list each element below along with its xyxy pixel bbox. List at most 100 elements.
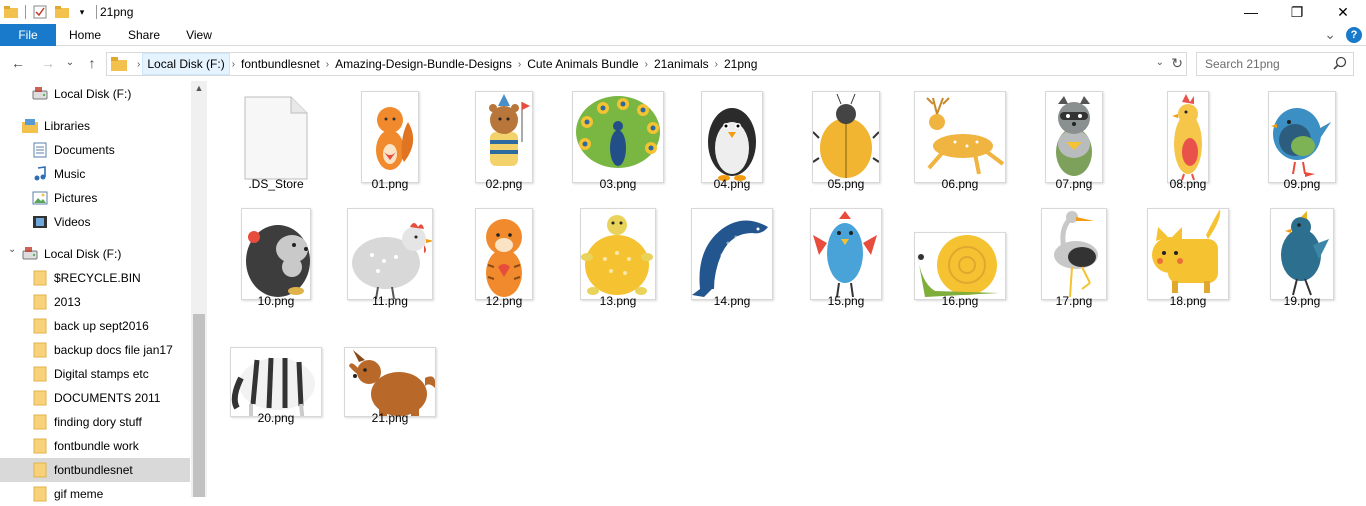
sidebar-item[interactable]: Local Disk (F:) — [0, 82, 190, 106]
search-icon — [1333, 56, 1347, 73]
sidebar-item-label: backup docs file jan17 — [54, 343, 173, 357]
file-item[interactable]: 17.png — [1022, 198, 1126, 310]
file-item[interactable]: 14.png — [680, 198, 784, 310]
file-name: 19.png — [1283, 294, 1321, 308]
image-thumbnail — [572, 91, 664, 183]
up-button[interactable]: ↑ — [82, 55, 102, 73]
sidebar-item[interactable]: Digital stamps etc — [0, 362, 190, 386]
file-item[interactable]: 09.png — [1250, 81, 1354, 193]
sidebar-item[interactable]: Libraries — [0, 114, 190, 138]
file-item[interactable]: 02.png — [452, 81, 556, 193]
file-name: 09.png — [1283, 177, 1321, 191]
breadcrumb-item[interactable]: 21png — [720, 57, 761, 71]
minimize-button[interactable]: — — [1228, 0, 1274, 24]
folder-icon — [32, 318, 48, 334]
sidebar-item[interactable]: $RECYCLE.BIN — [0, 266, 190, 290]
file-item[interactable]: 18.png — [1136, 198, 1240, 310]
customize-toolbar-icon[interactable]: ▾ — [74, 4, 90, 20]
file-name: 13.png — [599, 294, 637, 308]
tab-home[interactable]: Home — [60, 24, 110, 46]
sidebar-scroll-thumb[interactable] — [193, 314, 205, 497]
chevron-down-icon[interactable]: ⌄ — [1156, 57, 1164, 68]
file-item[interactable]: 10.png — [224, 198, 328, 310]
file-item[interactable]: 03.png — [566, 81, 670, 193]
help-icon[interactable]: ? — [1346, 26, 1362, 43]
separator — [96, 5, 97, 19]
expand-ribbon-icon[interactable]: ⌄ — [1324, 26, 1336, 43]
tab-file[interactable]: File — [0, 24, 56, 46]
file-item[interactable]: 08.png — [1136, 81, 1240, 193]
breadcrumb-item[interactable]: fontbundlesnet — [237, 57, 324, 71]
breadcrumb-item[interactable]: Local Disk (F:) — [142, 53, 230, 75]
chevron-right-icon[interactable]: › — [516, 59, 523, 70]
new-folder-icon[interactable] — [54, 4, 70, 20]
back-button[interactable]: ← — [8, 55, 28, 73]
sidebar-item[interactable]: Music — [0, 162, 190, 186]
maximize-button[interactable]: ❐ — [1274, 0, 1320, 24]
chevron-right-icon: › — [137, 58, 141, 70]
image-thumbnail — [1147, 208, 1229, 300]
sidebar-item-label: Digital stamps etc — [54, 367, 149, 381]
tab-view[interactable]: View — [176, 24, 222, 46]
folder-icon — [32, 390, 48, 406]
file-item[interactable]: 16.png — [908, 198, 1012, 310]
image-thumbnail — [1167, 91, 1209, 183]
sidebar-item[interactable]: 2013 — [0, 290, 190, 314]
sidebar-item[interactable]: ⌄ Local Disk (F:) — [0, 242, 190, 266]
sidebar-item[interactable]: Pictures — [0, 186, 190, 210]
sidebar-item[interactable]: fontbundle work — [0, 434, 190, 458]
folder-icon — [32, 270, 48, 286]
address-bar[interactable]: › Local Disk (F:) › fontbundlesnet › Ama… — [106, 52, 1187, 76]
properties-icon[interactable] — [32, 4, 48, 20]
file-name: 03.png — [599, 177, 637, 191]
chevron-right-icon[interactable]: › — [643, 59, 650, 70]
ribbon: File Home Share View ⌄ ? — [0, 24, 1366, 46]
scroll-up-arrow-icon[interactable]: ▲ — [191, 83, 207, 99]
file-item[interactable]: 20.png — [224, 315, 328, 427]
sidebar-item[interactable]: back up sept2016 — [0, 314, 190, 338]
sidebar-item[interactable]: Videos — [0, 210, 190, 234]
chevron-right-icon[interactable]: › — [324, 59, 331, 70]
file-name: 18.png — [1169, 294, 1207, 308]
breadcrumb-item[interactable]: Cute Animals Bundle — [523, 57, 642, 71]
file-item[interactable]: 13.png — [566, 198, 670, 310]
breadcrumb-item[interactable]: Amazing-Design-Bundle-Designs — [331, 57, 516, 71]
file-name: 12.png — [485, 294, 523, 308]
close-button[interactable]: ✕ — [1320, 0, 1366, 24]
forward-button[interactable]: → — [38, 55, 58, 73]
breadcrumb-item[interactable]: 21animals — [650, 57, 713, 71]
file-item[interactable]: 05.png — [794, 81, 898, 193]
sidebar-item[interactable]: finding dory stuff — [0, 410, 190, 434]
file-item[interactable]: 15.png — [794, 198, 898, 310]
sidebar-item-label: Pictures — [54, 191, 98, 205]
file-name: 06.png — [941, 177, 979, 191]
folder-icon — [3, 4, 19, 20]
file-item[interactable]: .DS_Store — [224, 81, 328, 193]
file-item[interactable]: 12.png — [452, 198, 556, 310]
sidebar-item[interactable]: backup docs file jan17 — [0, 338, 190, 362]
image-thumbnail — [230, 347, 322, 417]
sidebar-item[interactable]: DOCUMENTS 2011 — [0, 386, 190, 410]
file-name: 05.png — [827, 177, 865, 191]
image-thumbnail — [1270, 208, 1334, 300]
file-item[interactable]: 01.png — [338, 81, 442, 193]
search-input[interactable]: Search 21png — [1196, 52, 1354, 76]
image-thumbnail — [1041, 208, 1107, 300]
file-item[interactable]: 21.png — [338, 315, 442, 427]
sidebar-item[interactable]: Documents — [0, 138, 190, 162]
file-item[interactable]: 06.png — [908, 81, 1012, 193]
sidebar-item[interactable]: fontbundlesnet — [0, 458, 190, 482]
tab-share[interactable]: Share — [116, 24, 172, 46]
sidebar-item[interactable]: gif meme — [0, 482, 190, 506]
chevron-down-icon[interactable]: ⌄ — [8, 244, 16, 255]
chevron-right-icon[interactable]: › — [713, 59, 720, 70]
file-item[interactable]: 19.png — [1250, 198, 1354, 310]
file-item[interactable]: 11.png — [338, 198, 442, 310]
chevron-right-icon[interactable]: › — [230, 59, 237, 70]
refresh-icon[interactable]: ↻ — [1171, 55, 1183, 72]
recent-locations-button[interactable]: ⌄ — [60, 57, 80, 75]
file-name: 04.png — [713, 177, 751, 191]
file-item[interactable]: 07.png — [1022, 81, 1126, 193]
folder-icon — [32, 342, 48, 358]
file-item[interactable]: 04.png — [680, 81, 784, 193]
